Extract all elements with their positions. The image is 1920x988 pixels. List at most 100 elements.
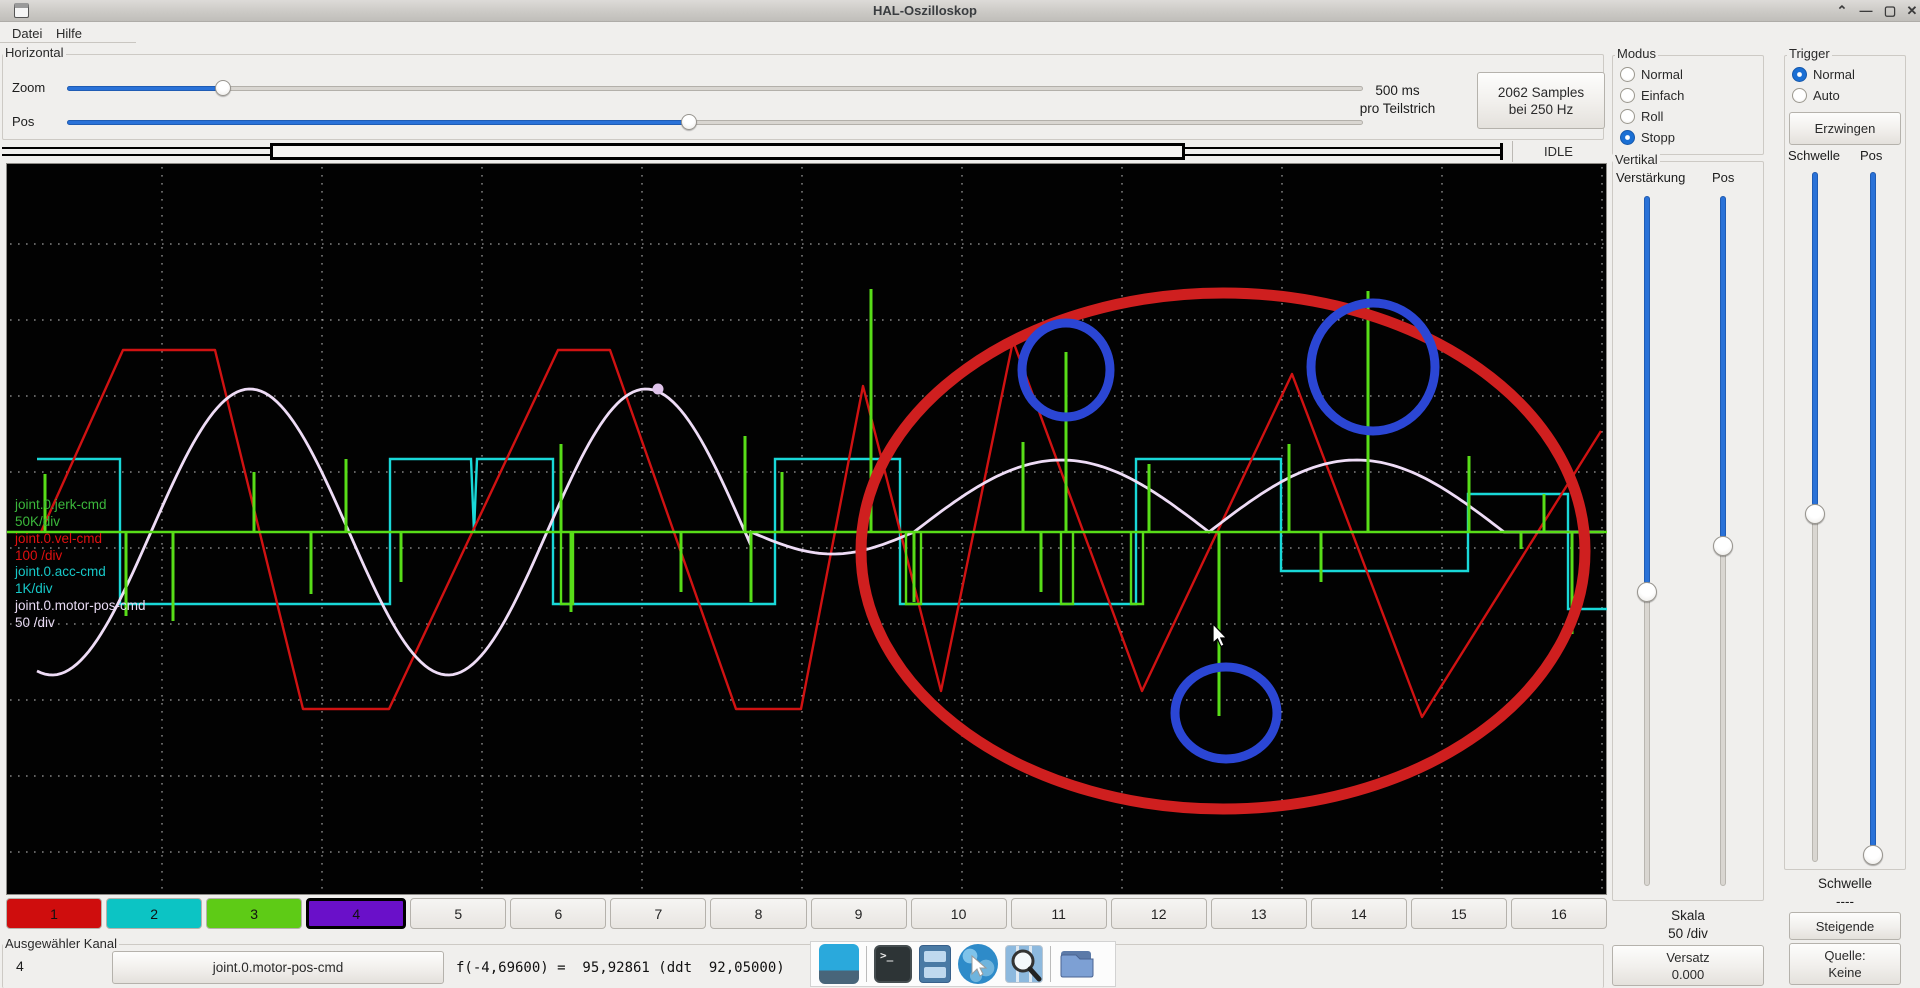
annotation-blue-circle bbox=[1306, 298, 1440, 436]
radio-label: Stopp bbox=[1641, 130, 1675, 145]
zoom-slider-handle[interactable] bbox=[215, 80, 231, 96]
modus-radio-roll[interactable]: Roll bbox=[1620, 106, 1760, 127]
samples-button[interactable]: 2062 Samples bei 250 Hz bbox=[1477, 72, 1605, 129]
radio-label: Normal bbox=[1641, 67, 1683, 82]
file-manager-icon[interactable] bbox=[1058, 945, 1096, 983]
channel-button-8[interactable]: 8 bbox=[710, 898, 807, 929]
minimize-button[interactable]: — bbox=[1856, 1, 1876, 21]
timebase-readout: 500 ms pro Teilstrich bbox=[1359, 83, 1436, 116]
erzwingen-button[interactable]: Erzwingen bbox=[1789, 112, 1901, 145]
channel-button-6[interactable]: 6 bbox=[510, 898, 607, 929]
scope-canvas bbox=[7, 167, 1607, 893]
modus-radio-normal[interactable]: Normal bbox=[1620, 64, 1760, 85]
file-cabinet-icon[interactable] bbox=[919, 945, 951, 983]
channel-button-2[interactable]: 2 bbox=[106, 898, 203, 929]
search-icon[interactable] bbox=[1005, 945, 1043, 983]
maximize-button[interactable]: ▢ bbox=[1880, 1, 1900, 21]
horizontal-group-label: Horizontal bbox=[3, 45, 66, 60]
vertikal-pos-label: Pos bbox=[1712, 170, 1735, 185]
channel-button-5[interactable]: 5 bbox=[410, 898, 507, 929]
vertikal-pos-slider-handle[interactable] bbox=[1713, 536, 1733, 556]
scope-label-joint.0.vel-cmd: joint.0.vel-cmd 100 /div bbox=[15, 530, 103, 563]
annotation-blue-circle bbox=[1170, 662, 1282, 764]
trigger-pos-slider-handle[interactable] bbox=[1863, 845, 1883, 865]
terminal-icon[interactable]: >_ bbox=[874, 945, 912, 983]
radio-label: Einfach bbox=[1641, 88, 1685, 103]
channel-button-1[interactable]: 1 bbox=[6, 898, 103, 929]
channel-button-13[interactable]: 13 bbox=[1210, 898, 1307, 929]
trigger-radio-normal[interactable]: Normal bbox=[1792, 64, 1900, 85]
radio-label: Normal bbox=[1813, 67, 1855, 82]
channel-button-11[interactable]: 11 bbox=[1010, 898, 1107, 929]
modus-options: Normal Einfach Roll Stopp bbox=[1620, 64, 1760, 148]
verstaerkung-slider-handle[interactable] bbox=[1637, 582, 1657, 602]
schwelle-label: Schwelle bbox=[1788, 148, 1841, 163]
menu-rule bbox=[0, 42, 136, 43]
schwelle-value: ---- bbox=[1836, 894, 1854, 909]
zoom-slider[interactable] bbox=[67, 80, 1363, 96]
verstaerkung-slider[interactable] bbox=[1637, 196, 1657, 886]
titlebar: HAL-Oszilloskop ⌃ — ▢ ✕ bbox=[0, 0, 1920, 22]
trigger-radio-auto[interactable]: Auto bbox=[1792, 85, 1900, 106]
radio-icon[interactable] bbox=[1620, 88, 1635, 103]
channel-button-4[interactable]: 4 bbox=[306, 898, 407, 929]
pos-slider[interactable] bbox=[67, 114, 1363, 130]
grid-horizontal-lines bbox=[10, 243, 1605, 853]
radio-icon[interactable] bbox=[1792, 67, 1807, 82]
radio-label: Roll bbox=[1641, 109, 1664, 124]
channel-button-12[interactable]: 12 bbox=[1110, 898, 1207, 929]
status-badge: IDLE bbox=[1512, 141, 1604, 162]
vertikal-group-label: Vertikal bbox=[1613, 152, 1660, 167]
radio-icon[interactable] bbox=[1620, 130, 1635, 145]
dock-separator bbox=[1050, 946, 1051, 982]
channel-button-15[interactable]: 15 bbox=[1410, 898, 1507, 929]
record-view-window[interactable] bbox=[270, 143, 1185, 160]
schwelle-slider[interactable] bbox=[1805, 172, 1825, 862]
window-title: HAL-Oszilloskop bbox=[872, 3, 977, 18]
modus-group-label: Modus bbox=[1615, 46, 1659, 61]
scope-display[interactable]: joint.0.jerk-cmd 50K/div joint.0.vel-cmd … bbox=[6, 163, 1607, 895]
channel-button-16[interactable]: 16 bbox=[1510, 898, 1607, 929]
trigger-group bbox=[1784, 55, 1906, 870]
trigger-pos-label: Pos bbox=[1860, 148, 1883, 163]
steigende-button[interactable]: Steigende bbox=[1789, 912, 1901, 940]
radio-icon[interactable] bbox=[1620, 109, 1635, 124]
channel-button-7[interactable]: 7 bbox=[610, 898, 707, 929]
pos-slider-handle[interactable] bbox=[681, 114, 697, 130]
shade-button[interactable]: ⌃ bbox=[1832, 1, 1852, 21]
selected-channel-name-button[interactable]: joint.0.motor-pos-cmd bbox=[112, 951, 444, 984]
close-button[interactable]: ✕ bbox=[1902, 1, 1920, 21]
channel-button-10[interactable]: 10 bbox=[910, 898, 1007, 929]
dock: >_ bbox=[810, 941, 1116, 987]
menu-datei[interactable]: Datei bbox=[6, 24, 48, 43]
verstaerkung-label: Verstärkung bbox=[1616, 170, 1686, 185]
trace-jerk-square bbox=[1059, 532, 1075, 606]
window-icon[interactable] bbox=[819, 944, 859, 984]
modus-radio-stopp[interactable]: Stopp bbox=[1620, 127, 1760, 148]
selected-channel-group-label: Ausgewähler Kanal bbox=[3, 936, 120, 951]
channel-button-9[interactable]: 9 bbox=[810, 898, 907, 929]
scope-label-joint.0.acc-cmd: joint.0.acc-cmd 1K/div bbox=[15, 564, 106, 596]
channel-button-14[interactable]: 14 bbox=[1310, 898, 1407, 929]
vertikal-pos-slider[interactable] bbox=[1713, 196, 1733, 886]
modus-radio-einfach[interactable]: Einfach bbox=[1620, 85, 1760, 106]
radio-icon[interactable] bbox=[1792, 88, 1807, 103]
schwelle-slider-handle[interactable] bbox=[1805, 504, 1825, 524]
record-end-mark bbox=[1500, 143, 1503, 160]
quelle-button[interactable]: Quelle: Keine bbox=[1789, 943, 1901, 985]
zoom-label: Zoom bbox=[12, 80, 46, 95]
value-readout: f(-4,69600) = 95,92861 (ddt 92,05000) bbox=[456, 960, 785, 976]
trigger-group-label: Trigger bbox=[1787, 46, 1832, 61]
menu-hilfe[interactable]: Hilfe bbox=[50, 24, 88, 43]
versatz-button[interactable]: Versatz 0.000 bbox=[1612, 945, 1764, 986]
trigger-pos-slider[interactable] bbox=[1863, 172, 1883, 865]
channel-buttons: 1 2 3 4 5 6 7 8 9 10 11 12 13 14 15 16 bbox=[6, 898, 1607, 929]
skala-value: 50 /div bbox=[1668, 926, 1708, 941]
channel-button-3[interactable]: 3 bbox=[206, 898, 303, 929]
trigger-marker-dot bbox=[652, 383, 664, 395]
dock-separator bbox=[866, 946, 867, 982]
skala-label: Skala bbox=[1671, 908, 1705, 923]
scope-label-joint.0.jerk-cmd: joint.0.jerk-cmd 50K/div bbox=[15, 497, 107, 529]
radio-icon[interactable] bbox=[1620, 67, 1635, 82]
browser-globe-icon[interactable] bbox=[958, 944, 998, 984]
